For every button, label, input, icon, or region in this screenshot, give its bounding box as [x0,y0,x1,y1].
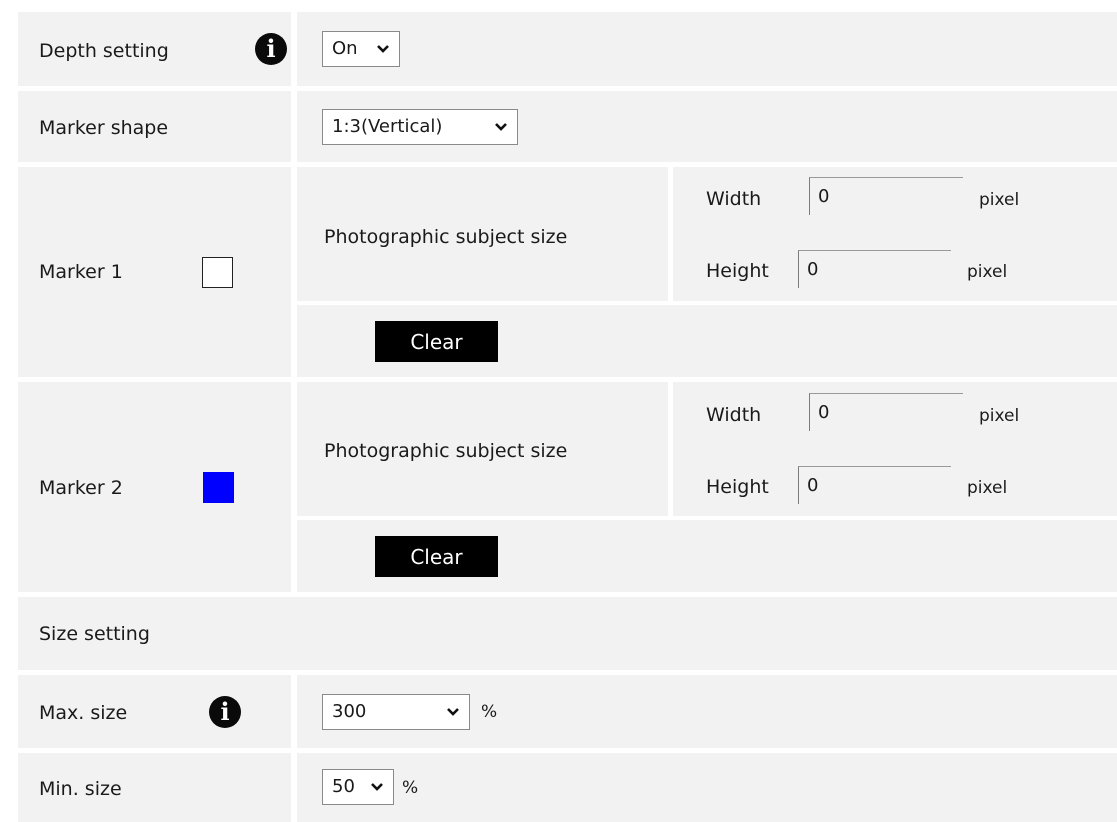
marker2-clear-button[interactable]: Clear [375,536,498,577]
min-size-label: Min. size [39,778,122,800]
max-size-value-cell: 300 % [297,675,1117,748]
min-size-label-cell: Min. size [18,753,291,822]
marker1-dimensions-cell: Width pixel Height pixel [673,167,1117,301]
marker2-label: Marker 2 [39,477,123,499]
chevron-down-icon [495,123,507,131]
marker1-height-input[interactable] [798,250,951,288]
marker2-width-input[interactable] [809,393,963,431]
min-size-unit: % [402,778,419,798]
marker2-subject-size-cell: Photographic subject size [297,382,668,516]
info-icon[interactable]: i [255,33,287,65]
chevron-down-icon [377,45,389,53]
marker1-clear-button[interactable]: Clear [375,321,498,362]
marker2-color-swatch [203,472,234,503]
marker1-height-unit: pixel [967,262,1008,282]
marker-shape-value-cell: 1:3(Vertical) [297,91,1117,162]
marker1-height-label: Height [706,260,769,282]
chevron-down-icon [371,783,383,791]
marker-shape-label-cell: Marker shape [18,91,291,162]
marker1-color-swatch [202,257,233,288]
marker2-label-cell: Marker 2 [18,382,291,592]
marker2-clear-cell: Clear [297,520,1117,592]
max-size-unit: % [481,702,498,722]
depth-setting-label: Depth setting [39,40,169,62]
min-size-selected-value: 50 [332,776,355,797]
depth-setting-label-cell: Depth setting i [18,12,291,86]
size-setting-label: Size setting [39,623,150,645]
marker-shape-selected-value: 1:3(Vertical) [332,116,443,137]
max-size-select[interactable]: 300 [322,694,470,730]
marker-shape-label: Marker shape [39,117,169,139]
chevron-down-icon [447,708,459,716]
marker2-height-unit: pixel [967,478,1008,498]
marker1-label-cell: Marker 1 [18,167,291,377]
max-size-label: Max. size [39,702,128,724]
marker1-width-unit: pixel [979,190,1020,210]
marker1-clear-cell: Clear [297,305,1117,377]
marker2-dimensions-cell: Width pixel Height pixel [673,382,1117,516]
marker1-width-label: Width [706,188,762,210]
marker2-width-unit: pixel [979,406,1020,426]
marker-shape-select[interactable]: 1:3(Vertical) [322,109,518,145]
marker2-height-input[interactable] [798,466,951,504]
max-size-label-cell: Max. size i [18,675,291,748]
min-size-select[interactable]: 50 [322,769,394,805]
marker1-subject-size-label: Photographic subject size [324,226,568,248]
size-setting-header-cell: Size setting [18,597,1117,670]
settings-page: Depth setting i On Marker shape 1:3(Vert… [0,0,1117,822]
min-size-value-cell: 50 % [297,753,1117,822]
depth-setting-value-cell: On [297,12,1117,86]
marker1-label: Marker 1 [39,261,123,283]
depth-setting-selected-value: On [332,38,358,59]
depth-setting-select[interactable]: On [322,31,400,67]
marker2-width-label: Width [706,404,762,426]
marker2-height-label: Height [706,476,769,498]
info-icon[interactable]: i [209,696,241,728]
max-size-selected-value: 300 [332,701,367,722]
marker1-subject-size-cell: Photographic subject size [297,167,668,301]
marker2-subject-size-label: Photographic subject size [324,440,568,462]
marker1-width-input[interactable] [809,177,963,215]
